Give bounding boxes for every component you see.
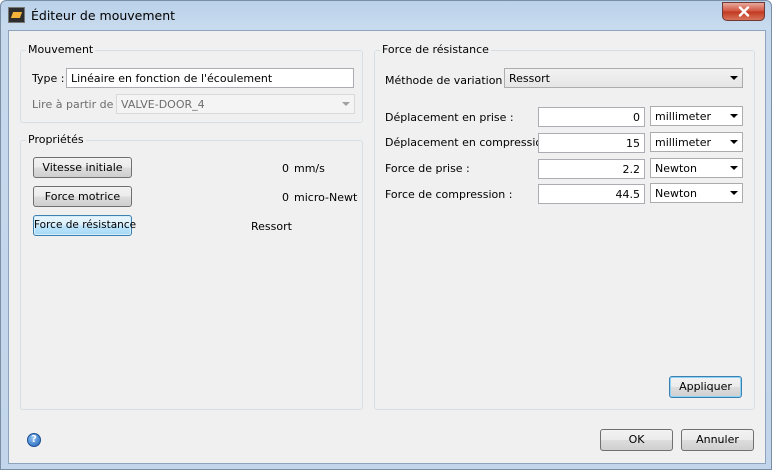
close-button[interactable] <box>722 2 765 21</box>
unit-value: Newton <box>655 162 698 175</box>
resistance-force-button[interactable]: Force de résistance <box>33 215 136 236</box>
driving-force-value: 0 <box>282 191 289 204</box>
chevron-down-icon <box>730 166 738 170</box>
chevron-down-icon <box>730 76 738 80</box>
resistance-force-value: Ressort <box>251 220 292 233</box>
method-label: Méthode de variation : <box>385 74 510 87</box>
app-icon <box>8 7 25 23</box>
chevron-down-icon <box>342 102 350 106</box>
compression-displacement-unit-select[interactable]: millimeter <box>650 132 743 152</box>
engagement-displacement-input[interactable]: 0 <box>538 107 645 127</box>
engagement-displacement-unit-select[interactable]: millimeter <box>650 106 743 126</box>
field-label: Force de prise : <box>385 162 470 175</box>
window-title: Éditeur de mouvement <box>31 8 176 23</box>
driving-force-button[interactable]: Force motrice <box>33 186 132 207</box>
read-from-label: Lire à partir de : <box>32 98 121 111</box>
motion-editor-window: Éditeur de mouvement Mouvement Type : Li… <box>0 0 772 470</box>
unit-value: millimeter <box>655 110 712 123</box>
help-icon[interactable]: ? <box>27 433 41 447</box>
initial-speed-button[interactable]: Vitesse initiale <box>33 157 132 178</box>
apply-button[interactable]: Appliquer <box>669 376 742 398</box>
unit-value: millimeter <box>655 136 712 149</box>
initial-speed-value: 0 <box>282 162 289 175</box>
chevron-down-icon <box>730 114 738 118</box>
dialog-body: Mouvement Type : Linéaire en fonction de… <box>8 30 766 464</box>
compression-force-unit-select[interactable]: Newton <box>650 183 743 203</box>
field-label: Force de compression : <box>385 188 513 201</box>
driving-force-unit: micro-Newto <box>294 191 358 204</box>
close-icon <box>738 6 749 17</box>
field-label: Déplacement en prise : <box>385 111 514 124</box>
force-legend: Force de résistance <box>380 43 491 56</box>
proprietes-legend: Propriétés <box>26 133 86 146</box>
chevron-down-icon <box>730 140 738 144</box>
initial-speed-unit: mm/s <box>294 162 325 175</box>
read-from-select[interactable]: VALVE-DOOR_4 <box>116 94 355 114</box>
chevron-down-icon <box>730 191 738 195</box>
method-select[interactable]: Ressort <box>504 68 743 88</box>
field-label: Déplacement en compression : <box>385 136 557 149</box>
mouvement-legend: Mouvement <box>26 43 96 56</box>
type-field[interactable]: Linéaire en fonction de l'écoulement <box>66 68 354 88</box>
type-label: Type : <box>32 72 65 85</box>
method-value: Ressort <box>509 72 550 85</box>
title-bar[interactable]: Éditeur de mouvement <box>1 1 771 30</box>
compression-force-input[interactable]: 44.5 <box>538 184 645 204</box>
ok-button[interactable]: OK <box>600 429 673 451</box>
force-group: Force de résistance <box>374 43 755 410</box>
proprietes-group: Propriétés <box>20 133 363 410</box>
engagement-force-unit-select[interactable]: Newton <box>650 158 743 178</box>
read-from-value: VALVE-DOOR_4 <box>121 98 205 111</box>
cancel-button[interactable]: Annuler <box>681 429 754 451</box>
compression-displacement-input[interactable]: 15 <box>538 133 645 153</box>
unit-value: Newton <box>655 187 698 200</box>
engagement-force-input[interactable]: 2.2 <box>538 159 645 179</box>
